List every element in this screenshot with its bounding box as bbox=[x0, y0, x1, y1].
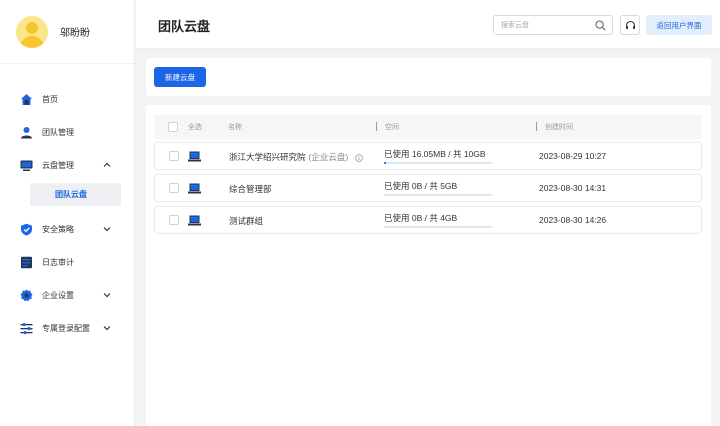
sidebar-item-label: 首页 bbox=[42, 95, 58, 104]
row-checkbox[interactable] bbox=[169, 215, 179, 225]
headset-icon bbox=[625, 20, 635, 29]
disk-icon bbox=[188, 183, 201, 194]
search-box[interactable] bbox=[493, 15, 613, 35]
disk-name: 浙江大学绍兴研究院 bbox=[229, 152, 306, 162]
chevron-up-icon[interactable] bbox=[102, 160, 112, 170]
space-usage-text: 已使用 0B / 共 4GB bbox=[384, 213, 458, 223]
column-resizer[interactable] bbox=[376, 122, 377, 131]
login-config-icon bbox=[20, 322, 33, 335]
support-button[interactable] bbox=[620, 15, 640, 35]
usage-bar bbox=[384, 162, 492, 164]
avatar[interactable] bbox=[16, 15, 48, 48]
home-icon bbox=[20, 93, 33, 106]
sidebar-item-label: 企业设置 bbox=[42, 291, 74, 300]
user-name: 邬盼盼 bbox=[60, 28, 90, 39]
table-header: 全选 名称 空间 创建时间 bbox=[154, 115, 702, 139]
new-disk-button[interactable]: 新建云盘 bbox=[154, 67, 206, 87]
sidebar-item-log-audit[interactable]: 日志审计 bbox=[0, 247, 134, 278]
monitor-icon bbox=[20, 159, 33, 172]
sidebar-item-disk-management[interactable]: 云盘管理 bbox=[0, 150, 134, 181]
disk-icon bbox=[188, 215, 201, 226]
disk-name[interactable]: 综合管理部 bbox=[229, 183, 272, 195]
row-checkbox[interactable] bbox=[169, 151, 179, 161]
created-time: 2023-08-30 14:26 bbox=[539, 215, 607, 225]
column-header-created[interactable]: 创建时间 bbox=[545, 122, 573, 132]
sidebar-item-team-management[interactable]: 团队管理 bbox=[0, 117, 134, 148]
sidebar: 邬盼盼 首页 团队管理 云盘管理 团队云盘 安全策略 日志审计 企业设置 专属登… bbox=[0, 0, 135, 426]
select-all-checkbox[interactable] bbox=[168, 122, 178, 132]
user-icon bbox=[20, 126, 33, 139]
log-icon bbox=[20, 256, 33, 269]
chevron-down-icon[interactable] bbox=[102, 290, 112, 300]
sidebar-item-login-config[interactable]: 专属登录配置 bbox=[0, 313, 134, 344]
column-header-space[interactable]: 空间 bbox=[385, 122, 399, 132]
disk-list: 全选 名称 空间 创建时间 浙江大学绍兴研究院 (企业云盘) 已使用 16.05M… bbox=[146, 105, 711, 426]
disk-icon bbox=[188, 151, 201, 162]
sidebar-item-label: 团队管理 bbox=[42, 128, 74, 137]
sidebar-item-home[interactable]: 首页 bbox=[0, 84, 134, 115]
info-icon[interactable] bbox=[354, 153, 363, 162]
sidebar-item-label: 日志审计 bbox=[42, 258, 74, 267]
usage-bar-fill bbox=[384, 162, 387, 164]
row-name[interactable]: 浙江大学绍兴研究院 (企业云盘) bbox=[229, 151, 363, 163]
sidebar-item-enterprise-settings[interactable]: 企业设置 bbox=[0, 280, 134, 311]
table-row[interactable]: 测试群组 已使用 0B / 共 4GB 2023-08-30 14:26 bbox=[154, 206, 702, 234]
sidebar-item-label: 安全策略 bbox=[42, 225, 74, 234]
column-resizer[interactable] bbox=[536, 122, 537, 131]
search-icon[interactable] bbox=[595, 20, 606, 31]
sidebar-subitem-team-disk[interactable]: 团队云盘 bbox=[30, 183, 121, 206]
table-row[interactable]: 浙江大学绍兴研究院 (企业云盘) 已使用 16.05MB / 共 10GB 202… bbox=[154, 142, 702, 170]
usage-bar bbox=[384, 226, 492, 228]
sidebar-item-label: 专属登录配置 bbox=[42, 324, 90, 333]
shield-icon bbox=[20, 223, 33, 236]
sidebar-nav: 首页 团队管理 云盘管理 团队云盘 安全策略 日志审计 企业设置 专属登录配置 bbox=[0, 64, 134, 344]
disk-type-tag: (企业云盘) bbox=[308, 152, 349, 162]
usage-bar bbox=[384, 194, 492, 196]
created-time: 2023-08-30 14:31 bbox=[539, 183, 607, 193]
sidebar-item-label: 云盘管理 bbox=[42, 161, 74, 170]
created-time: 2023-08-29 10:27 bbox=[539, 151, 607, 161]
settings-icon bbox=[20, 289, 33, 302]
disk-name[interactable]: 测试群组 bbox=[229, 215, 263, 227]
page-title: 团队云盘 bbox=[158, 19, 211, 34]
table-row[interactable]: 综合管理部 已使用 0B / 共 5GB 2023-08-30 14:31 bbox=[154, 174, 702, 202]
sidebar-item-security-policy[interactable]: 安全策略 bbox=[0, 214, 134, 245]
space-usage-text: 已使用 16.05MB / 共 10GB bbox=[384, 149, 486, 159]
user-profile[interactable]: 邬盼盼 bbox=[0, 0, 134, 64]
search-input[interactable] bbox=[494, 16, 586, 34]
chevron-down-icon[interactable] bbox=[102, 323, 112, 333]
page-header: 团队云盘 返回用户界面 bbox=[136, 0, 720, 49]
column-header-name[interactable]: 名称 bbox=[228, 122, 242, 132]
back-to-user-view-button[interactable]: 返回用户界面 bbox=[646, 15, 712, 35]
toolbar: 新建云盘 bbox=[146, 58, 711, 96]
row-checkbox[interactable] bbox=[169, 183, 179, 193]
space-usage-text: 已使用 0B / 共 5GB bbox=[384, 181, 458, 191]
chevron-down-icon[interactable] bbox=[102, 224, 112, 234]
select-all-label: 全选 bbox=[188, 124, 202, 131]
